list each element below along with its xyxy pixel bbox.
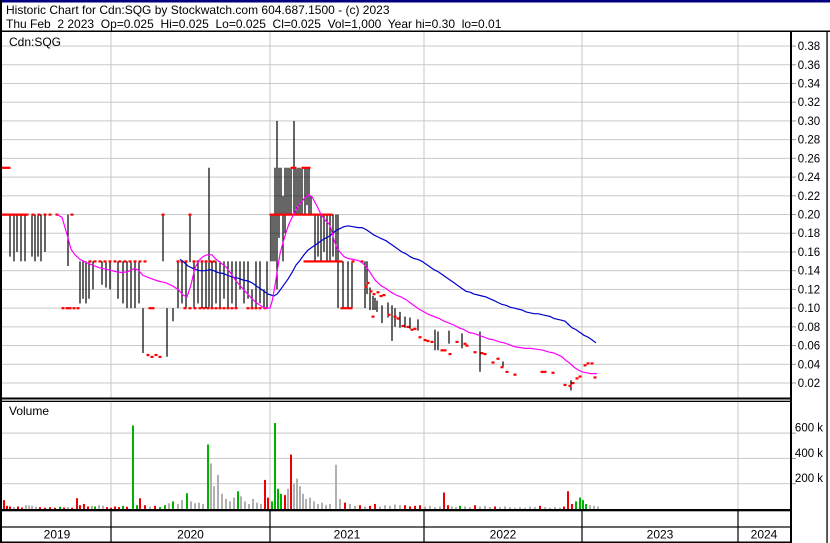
volume-gridlines <box>2 433 796 485</box>
price-tick-label: 0.38 <box>798 41 820 53</box>
price-tick-label: 0.36 <box>798 60 820 72</box>
price-tick-label: 0.08 <box>798 322 820 334</box>
chart-title: Historic Chart for Cdn:SQG by Stockwatch… <box>6 3 390 17</box>
price-tick-label: 0.06 <box>798 341 820 353</box>
price-tick-label: 0.02 <box>798 378 820 390</box>
price-axis-labels: 0.38 0.36 0.34 0.32 0.30 0.28 0.26 0.24 0.22 0.20… <box>798 41 821 390</box>
year-label: 2023 <box>647 528 674 542</box>
price-tick-label: 0.22 <box>798 191 820 203</box>
year-label: 2019 <box>44 528 71 542</box>
price-tick-label: 0.28 <box>798 135 820 147</box>
price-tick-label: 0.30 <box>798 116 820 128</box>
close-dots <box>2 167 597 387</box>
year-label: 2021 <box>334 528 361 542</box>
price-tick-label: 0.18 <box>798 228 820 240</box>
historic-chart-canvas: 2019 2020 2021 2022 2023 2024 0.38 0.36 0.34 0.32… <box>0 0 830 543</box>
stockwatch-chart-window: 2019 2020 2021 2022 2023 2024 0.38 0.36 0.34 0.32… <box>0 0 830 543</box>
ma-line-fast <box>57 195 597 374</box>
volume-axis-labels: 600 k 400 k 200 k <box>795 423 823 486</box>
price-tick-label: 0.34 <box>798 78 821 90</box>
volume-tick-label: 600 k <box>795 423 823 435</box>
quote-summary-line: Thu Feb 2 2023 Op=0.025 Hi=0.025 Lo=0.02… <box>6 17 501 31</box>
price-gridlines <box>2 46 796 384</box>
year-axis: 2019 2020 2021 2022 2023 2024 <box>44 510 778 542</box>
symbol-label: Cdn:SQG <box>9 35 61 49</box>
price-tick-label: 0.16 <box>798 247 820 259</box>
volume-bars <box>3 423 599 509</box>
price-tick-label: 0.12 <box>798 284 820 296</box>
chart-frame <box>0 0 830 543</box>
volume-tick-label: 400 k <box>795 448 823 460</box>
year-label: 2024 <box>751 528 778 542</box>
ma-line-slow <box>180 226 596 343</box>
price-tick-label: 0.14 <box>798 266 821 278</box>
ohlc-bars <box>9 121 571 391</box>
volume-pane-label: Volume <box>9 404 49 418</box>
price-tick-label: 0.04 <box>798 359 821 371</box>
price-tick-label: 0.32 <box>798 97 820 109</box>
volume-tick-label: 200 k <box>795 473 823 485</box>
price-tick-label: 0.20 <box>798 210 820 222</box>
price-tick-label: 0.10 <box>798 303 820 315</box>
price-tick-label: 0.24 <box>798 172 821 184</box>
year-label: 2020 <box>177 528 204 542</box>
year-label: 2022 <box>490 528 517 542</box>
price-tick-label: 0.26 <box>798 153 820 165</box>
